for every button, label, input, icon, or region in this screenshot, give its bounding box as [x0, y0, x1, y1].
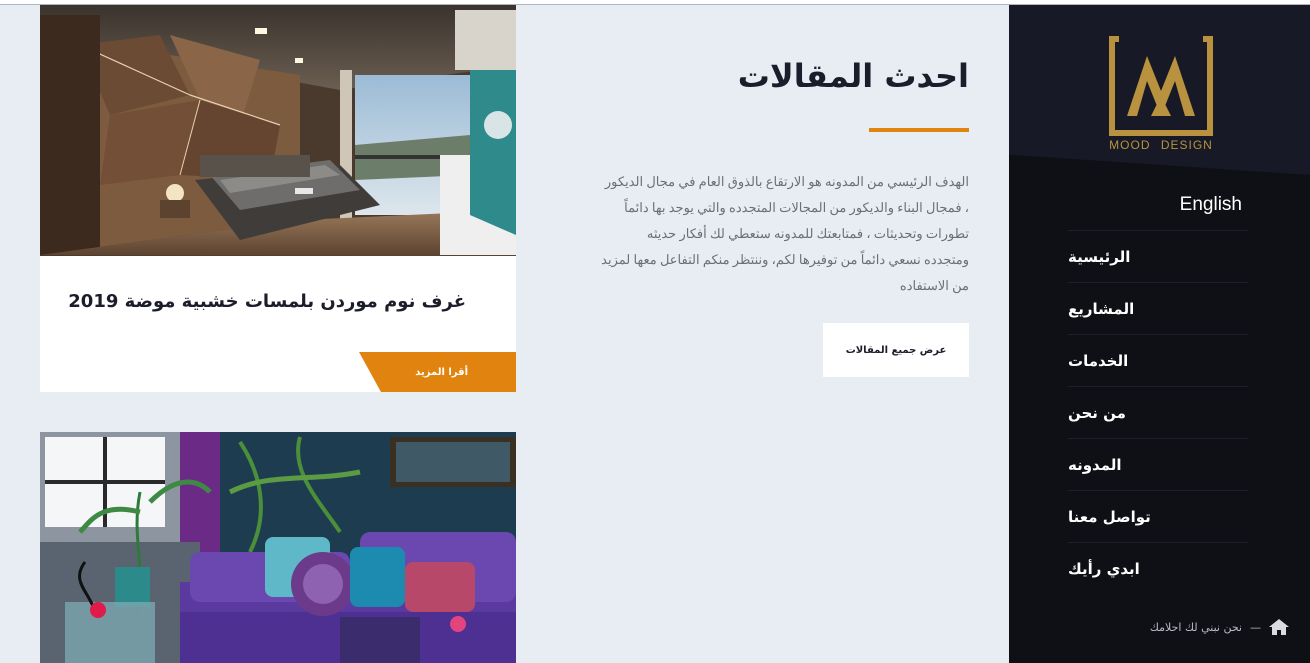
- article-card[interactable]: [40, 432, 516, 663]
- logo-text: MOOD DESIGN: [1109, 138, 1213, 152]
- nav-item-about[interactable]: من نحن: [1068, 387, 1248, 439]
- nav-item-english[interactable]: English: [1068, 179, 1248, 231]
- tagline: نحن نبني لك احلامك: [1149, 620, 1242, 634]
- read-more-button[interactable]: أقرا المزيد: [359, 352, 516, 392]
- intro-section: احدث المقالات الهدف الرئيسي من المدونه ه…: [600, 50, 969, 293]
- article-card[interactable]: غرف نوم موردن بلمسات خشبية موضة 2019 أقر…: [40, 5, 516, 392]
- tagline-separator: —: [1250, 620, 1261, 634]
- living-room-photo: [40, 432, 516, 663]
- nav-item-feedback[interactable]: ابدي رأيك: [1068, 543, 1248, 595]
- all-articles-button[interactable]: عرض جميع المقالات: [823, 323, 969, 377]
- mood-design-logo[interactable]: [1109, 36, 1213, 154]
- article-title[interactable]: غرف نوم موردن بلمسات خشبية موضة 2019: [40, 291, 466, 312]
- main-nav: English الرئيسية المشاريع الخدمات من نحن…: [1068, 179, 1248, 595]
- sidebar: MOOD DESIGN English الرئيسية المشاريع ال…: [1009, 5, 1310, 663]
- nav-item-blog[interactable]: المدونه: [1068, 439, 1248, 491]
- home-icon[interactable]: [1269, 619, 1289, 635]
- intro-description: الهدف الرئيسي من المدونه هو الارتقاع بال…: [601, 174, 969, 293]
- title-underline: [869, 128, 969, 132]
- sidebar-footer: نحن نبني لك احلامك —: [1109, 619, 1289, 635]
- nav-item-home[interactable]: الرئيسية: [1068, 231, 1248, 283]
- bedroom-photo: [40, 5, 516, 256]
- nav-item-services[interactable]: الخدمات: [1068, 335, 1248, 387]
- section-title: احدث المقالات: [737, 57, 969, 95]
- nav-item-contact[interactable]: تواصل معنا: [1068, 491, 1248, 543]
- nav-item-projects[interactable]: المشاريع: [1068, 283, 1248, 335]
